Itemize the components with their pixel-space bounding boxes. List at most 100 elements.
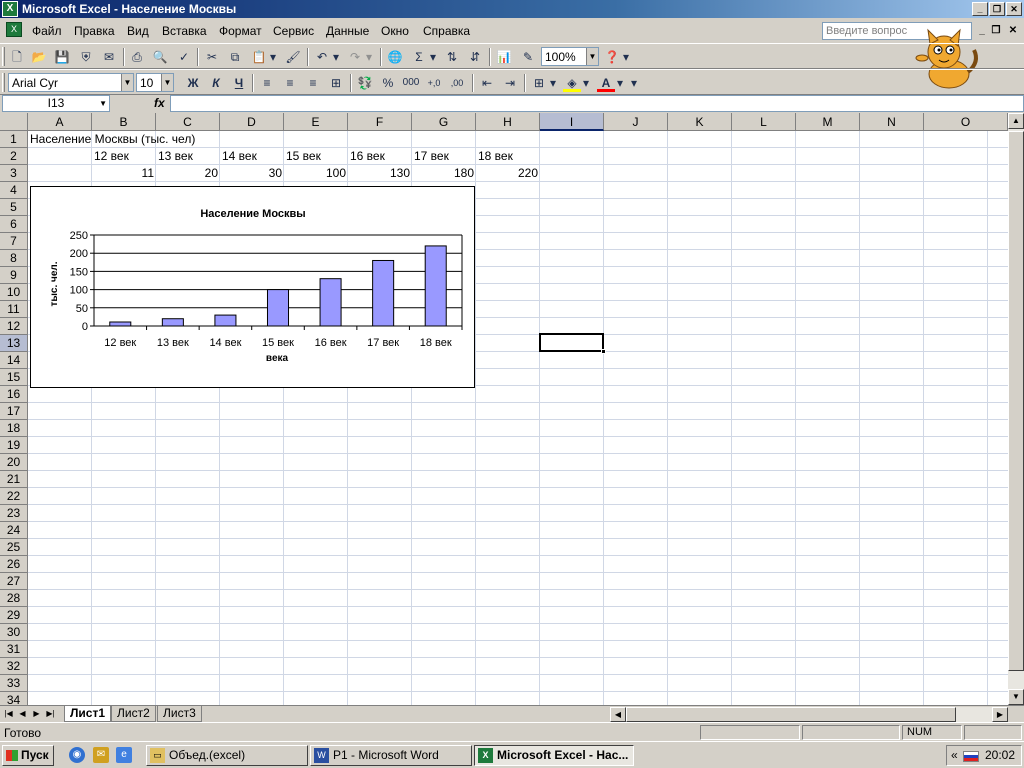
column-header-e[interactable]: E <box>284 113 348 131</box>
internet-explorer-icon[interactable]: e <box>116 747 132 763</box>
undo-dropdown-icon[interactable]: ▾ <box>331 48 341 66</box>
spelling-icon[interactable]: ✓ <box>175 48 193 66</box>
font-color-dropdown-icon[interactable]: ▾ <box>615 74 625 92</box>
row-header-10[interactable]: 10 <box>0 284 28 301</box>
toolbar-grip[interactable] <box>2 47 5 66</box>
column-header-h[interactable]: H <box>476 113 540 131</box>
sheet-tab-1[interactable]: Лист1 <box>64 706 112 722</box>
close-button[interactable]: ✕ <box>1006 2 1022 16</box>
column-header-b[interactable]: B <box>92 113 156 131</box>
row-header-28[interactable]: 28 <box>0 590 28 607</box>
format-painter-icon[interactable]: 🖌 <box>284 48 302 66</box>
row-header-26[interactable]: 26 <box>0 556 28 573</box>
row-header-11[interactable]: 11 <box>0 301 28 318</box>
underline-icon[interactable]: Ч <box>230 74 248 92</box>
copy-icon[interactable]: ⧉ <box>226 48 244 66</box>
row-header-2[interactable]: 2 <box>0 148 28 165</box>
insert-function-icon[interactable]: fx <box>154 96 165 110</box>
scroll-thumb[interactable] <box>1008 131 1024 671</box>
autosum-dropdown-icon[interactable]: ▾ <box>428 48 438 66</box>
start-button[interactable]: Пуск <box>2 745 54 766</box>
row-header-19[interactable]: 19 <box>0 437 28 454</box>
menu-help[interactable]: Справка <box>423 24 470 38</box>
scroll-up-arrow-icon[interactable]: ▲ <box>1008 113 1024 129</box>
menu-insert[interactable]: Вставка <box>162 24 207 38</box>
column-header-f[interactable]: F <box>348 113 412 131</box>
worksheet-grid[interactable]: ABCDEFGHIJKLMNO 1 2 3 4 5 6 7 8 9 10 11 12 13 14 15 16 1… <box>0 113 1008 705</box>
row-header-32[interactable]: 32 <box>0 658 28 675</box>
language-flag-icon[interactable] <box>963 751 979 762</box>
cell-b2[interactable]: 13 век <box>156 148 220 165</box>
row-header-9[interactable]: 9 <box>0 267 28 284</box>
scroll-right-arrow-icon[interactable]: ▶ <box>992 707 1008 722</box>
email-icon[interactable]: ✉ <box>100 48 118 66</box>
font-name-select[interactable]: Arial Cyr ▼ <box>8 73 134 92</box>
select-all-corner[interactable] <box>0 113 28 131</box>
increase-decimal-icon[interactable]: +,0 <box>425 74 443 92</box>
chart-wizard-icon[interactable]: 📊 <box>495 48 513 66</box>
column-header-d[interactable]: D <box>220 113 284 131</box>
cell-f2[interactable]: 17 век <box>412 148 476 165</box>
cut-icon[interactable]: ✂ <box>203 48 221 66</box>
column-header-j[interactable]: J <box>604 113 668 131</box>
row-header-31[interactable]: 31 <box>0 641 28 658</box>
fill-handle[interactable] <box>601 349 606 354</box>
permission-icon[interactable]: ⛨ <box>77 48 95 66</box>
row-header-6[interactable]: 6 <box>0 216 28 233</box>
excel-app-icon[interactable]: X <box>2 1 18 17</box>
row-header-12[interactable]: 12 <box>0 318 28 335</box>
font-color-icon[interactable]: A <box>597 74 615 92</box>
cell-f3[interactable]: 180 <box>412 165 476 182</box>
redo-dropdown-icon[interactable]: ▾ <box>364 48 374 66</box>
column-header-m[interactable]: M <box>796 113 860 131</box>
row-header-25[interactable]: 25 <box>0 539 28 556</box>
cell-b3[interactable]: 20 <box>156 165 220 182</box>
decrease-decimal-icon[interactable]: ,00 <box>448 74 466 92</box>
column-header-l[interactable]: L <box>732 113 796 131</box>
row-header-15[interactable]: 15 <box>0 369 28 386</box>
menu-data[interactable]: Данные <box>326 24 369 38</box>
sheet-tab-2[interactable]: Лист2 <box>111 706 156 722</box>
menu-format[interactable]: Формат <box>219 24 262 38</box>
align-center-icon[interactable]: ≡ <box>281 74 299 92</box>
cell-d3[interactable]: 100 <box>284 165 348 182</box>
scroll-left-arrow-icon[interactable]: ◀ <box>610 707 626 722</box>
chevron-down-icon[interactable]: ▼ <box>161 74 173 91</box>
row-header-3[interactable]: 3 <box>0 165 28 182</box>
row-header-17[interactable]: 17 <box>0 403 28 420</box>
row-header-27[interactable]: 27 <box>0 573 28 590</box>
row-header-16[interactable]: 16 <box>0 386 28 403</box>
cell-c2[interactable]: 14 век <box>220 148 284 165</box>
drawing-icon[interactable]: ✎ <box>519 48 537 66</box>
toolbar-options-icon[interactable]: ▾ <box>621 48 631 66</box>
increase-indent-icon[interactable]: ⇥ <box>501 74 519 92</box>
redo-icon[interactable]: ↷ <box>346 48 364 66</box>
chevron-down-icon[interactable]: ▼ <box>586 48 598 65</box>
menu-file[interactable]: Файл <box>32 24 62 38</box>
column-header-c[interactable]: C <box>156 113 220 131</box>
column-header-n[interactable]: N <box>860 113 924 131</box>
chevron-down-icon[interactable]: ▼ <box>121 74 133 91</box>
cell-e3[interactable]: 130 <box>348 165 412 182</box>
cell-d2[interactable]: 15 век <box>284 148 348 165</box>
toolbar-grip[interactable] <box>2 73 5 92</box>
zoom-select[interactable]: 100% ▼ <box>541 47 599 66</box>
doc-close-button[interactable]: ✕ <box>1006 24 1020 38</box>
sort-descending-icon[interactable]: ⇵ <box>466 48 484 66</box>
row-header-4[interactable]: 4 <box>0 182 28 199</box>
comma-style-icon[interactable]: 000 <box>402 74 420 92</box>
row-header-5[interactable]: 5 <box>0 199 28 216</box>
vertical-scrollbar[interactable]: ▲ ▼ <box>1008 113 1024 705</box>
autosum-icon[interactable]: Σ <box>410 48 428 66</box>
cell-e2[interactable]: 16 век <box>348 148 412 165</box>
tray-expand-icon[interactable]: « <box>951 746 958 765</box>
row-header-18[interactable]: 18 <box>0 420 28 437</box>
cell-g2[interactable]: 18 век <box>476 148 540 165</box>
row-header-33[interactable]: 33 <box>0 675 28 692</box>
hyperlink-icon[interactable]: 🌐 <box>386 48 404 66</box>
last-sheet-icon[interactable]: ▶| <box>45 707 56 721</box>
column-header-i[interactable]: I <box>540 113 604 131</box>
row-header-24[interactable]: 24 <box>0 522 28 539</box>
new-document-icon[interactable]: 🗋 <box>8 48 26 66</box>
browser-icon[interactable]: ◉ <box>69 747 85 763</box>
